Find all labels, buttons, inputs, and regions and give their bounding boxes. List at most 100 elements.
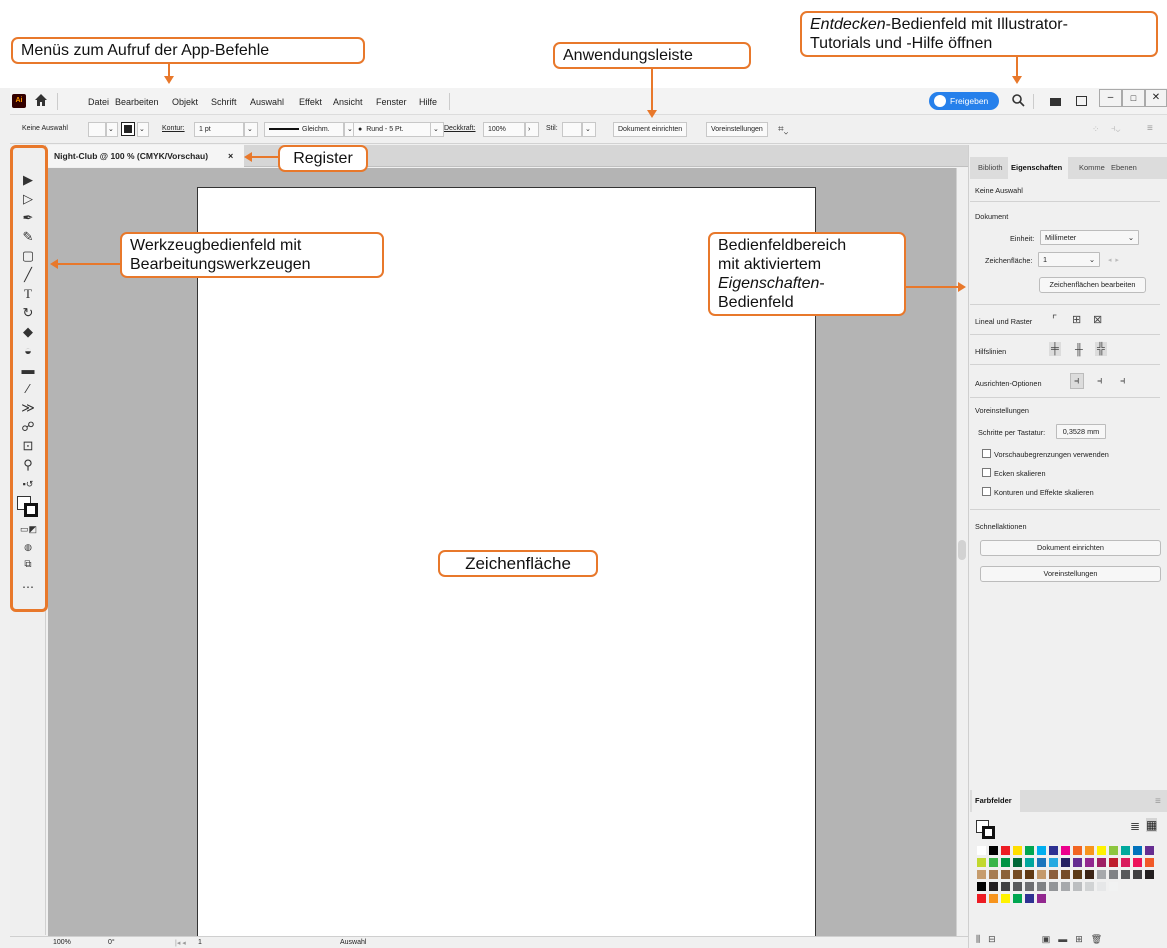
color-swatch[interactable]	[1013, 846, 1022, 855]
color-swatch[interactable]	[1037, 870, 1046, 879]
color-swatch[interactable]	[1025, 894, 1034, 903]
grid-icon[interactable]: ⊞	[1072, 313, 1081, 327]
color-swatch[interactable]	[1025, 870, 1034, 879]
workspace-icon[interactable]	[1076, 96, 1087, 106]
color-swatch[interactable]	[1001, 858, 1010, 867]
color-swatch[interactable]	[1025, 846, 1034, 855]
color-swatch[interactable]	[1061, 858, 1070, 867]
keyboard-increment-field[interactable]: 0,3528 mm	[1056, 424, 1106, 439]
color-swatch[interactable]	[1109, 882, 1118, 891]
share-button[interactable]: Freigeben	[929, 92, 999, 110]
color-swatch[interactable]	[1061, 846, 1070, 855]
panel-menu-icon[interactable]: ≡	[1147, 123, 1153, 134]
color-swatch[interactable]	[1037, 846, 1046, 855]
color-swatch[interactable]	[1025, 882, 1034, 891]
artboard-select[interactable]: 1 ⌄	[1038, 252, 1100, 267]
color-swatch[interactable]	[1133, 846, 1142, 855]
style-swatch[interactable]	[562, 122, 582, 137]
color-swatch[interactable]	[1097, 858, 1106, 867]
color-swatch[interactable]	[1145, 858, 1154, 867]
color-swatch[interactable]	[1097, 846, 1106, 855]
color-swatch[interactable]	[1145, 870, 1154, 879]
close-window-button[interactable]: ✕	[1145, 89, 1167, 107]
menu-effekt[interactable]: Effekt	[299, 97, 322, 107]
list-view-icon[interactable]: ≣	[1130, 819, 1140, 833]
swatches-menu-icon[interactable]: ≡	[1155, 796, 1161, 807]
color-swatch[interactable]	[1013, 894, 1022, 903]
opacity-field[interactable]: 100%	[483, 122, 525, 137]
color-swatch[interactable]	[1073, 846, 1082, 855]
minimize-button[interactable]: –	[1099, 89, 1122, 107]
scale-corners-checkbox[interactable]	[982, 468, 991, 477]
color-swatch[interactable]	[1013, 870, 1022, 879]
new-swatch-icon[interactable]: ⊞	[1075, 934, 1083, 944]
swatch-grid[interactable]	[977, 846, 1157, 922]
color-swatch[interactable]	[1073, 882, 1082, 891]
color-swatch[interactable]	[1097, 870, 1106, 879]
color-swatch[interactable]	[989, 882, 998, 891]
color-swatch[interactable]	[1049, 858, 1058, 867]
zoom-field[interactable]: 100%	[53, 939, 71, 946]
align-options-icon[interactable]: ⫞⌄	[1111, 123, 1120, 134]
color-swatch[interactable]	[1097, 882, 1106, 891]
color-swatch[interactable]	[1013, 882, 1022, 891]
tab-swatches[interactable]: Farbfelder	[972, 790, 1020, 812]
color-swatch[interactable]	[989, 858, 998, 867]
color-swatch[interactable]	[1001, 870, 1010, 879]
color-swatch[interactable]	[1145, 846, 1154, 855]
color-swatch[interactable]	[1121, 858, 1130, 867]
brush-arrow[interactable]: ⌄	[430, 122, 444, 137]
home-icon[interactable]	[34, 93, 48, 107]
swatch-options-icon[interactable]: ⊟	[988, 934, 996, 944]
document-tab[interactable]: Night-Club @ 100 % (CMYK/Vorschau) ×	[48, 145, 244, 167]
menu-hilfe[interactable]: Hilfe	[419, 97, 437, 107]
folder-icon[interactable]: ▬	[1058, 934, 1067, 944]
tab-layers[interactable]: Ebenen	[1108, 157, 1142, 179]
color-swatch[interactable]	[977, 882, 986, 891]
color-swatch[interactable]	[1025, 858, 1034, 867]
artboard-number[interactable]: 1	[198, 939, 202, 946]
align-selection-icon[interactable]: ⫞	[1070, 373, 1084, 389]
align-key-object-icon[interactable]: ⫞	[1097, 374, 1103, 388]
menu-objekt[interactable]: Objekt	[172, 97, 198, 107]
stroke-dropdown[interactable]: ⌄	[137, 122, 149, 137]
stroke-weight-field[interactable]: 1 pt	[194, 122, 244, 137]
color-swatch[interactable]	[1001, 882, 1010, 891]
color-swatch[interactable]	[1109, 846, 1118, 855]
delete-icon[interactable]: 🗑	[1091, 934, 1102, 944]
menu-bearbeiten[interactable]: Bearbeiten	[115, 97, 159, 107]
tab-comments[interactable]: Komme	[1076, 157, 1106, 179]
color-swatch[interactable]	[1001, 894, 1010, 903]
tab-libraries[interactable]: Biblioth	[975, 157, 1008, 179]
color-swatch[interactable]	[1049, 846, 1058, 855]
menu-schrift[interactable]: Schrift	[211, 97, 237, 107]
color-swatch[interactable]	[1133, 870, 1142, 879]
color-swatch[interactable]	[1085, 846, 1094, 855]
color-swatch[interactable]	[989, 894, 998, 903]
preferences-button[interactable]: Voreinstellungen	[706, 122, 768, 137]
align-artboard-icon[interactable]: ⫞	[1120, 374, 1126, 388]
color-swatch[interactable]	[1049, 870, 1058, 879]
menu-datei[interactable]: Datei	[88, 97, 109, 107]
preview-bounds-checkbox[interactable]	[982, 449, 991, 458]
rotation-field[interactable]: 0°	[108, 939, 115, 946]
close-tab-icon[interactable]: ×	[228, 145, 233, 167]
opacity-arrow[interactable]: ›	[525, 122, 539, 137]
edit-artboards-button[interactable]: Zeichenflächen bearbeiten	[1039, 277, 1146, 293]
guides-icon[interactable]: ╪	[1049, 342, 1061, 356]
color-swatch[interactable]	[1085, 858, 1094, 867]
menu-fenster[interactable]: Fenster	[376, 97, 407, 107]
arrange-docs-icon[interactable]	[1050, 98, 1061, 106]
artboard-nav[interactable]: |◂ ◂	[175, 939, 186, 947]
quick-document-setup-button[interactable]: Dokument einrichten	[980, 540, 1161, 556]
transparency-grid-icon[interactable]: ⊠	[1093, 313, 1102, 327]
library-icon[interactable]: ⫼	[976, 934, 980, 944]
stroke-weight-dropdown[interactable]: ⌄	[244, 122, 258, 137]
color-swatch[interactable]	[1037, 858, 1046, 867]
search-icon[interactable]	[1011, 93, 1025, 109]
color-swatch[interactable]	[1061, 870, 1070, 879]
swatch-fill-stroke-icon[interactable]	[976, 820, 996, 840]
color-swatch[interactable]	[1121, 870, 1130, 879]
color-swatch[interactable]	[1037, 894, 1046, 903]
color-swatch[interactable]	[1049, 882, 1058, 891]
